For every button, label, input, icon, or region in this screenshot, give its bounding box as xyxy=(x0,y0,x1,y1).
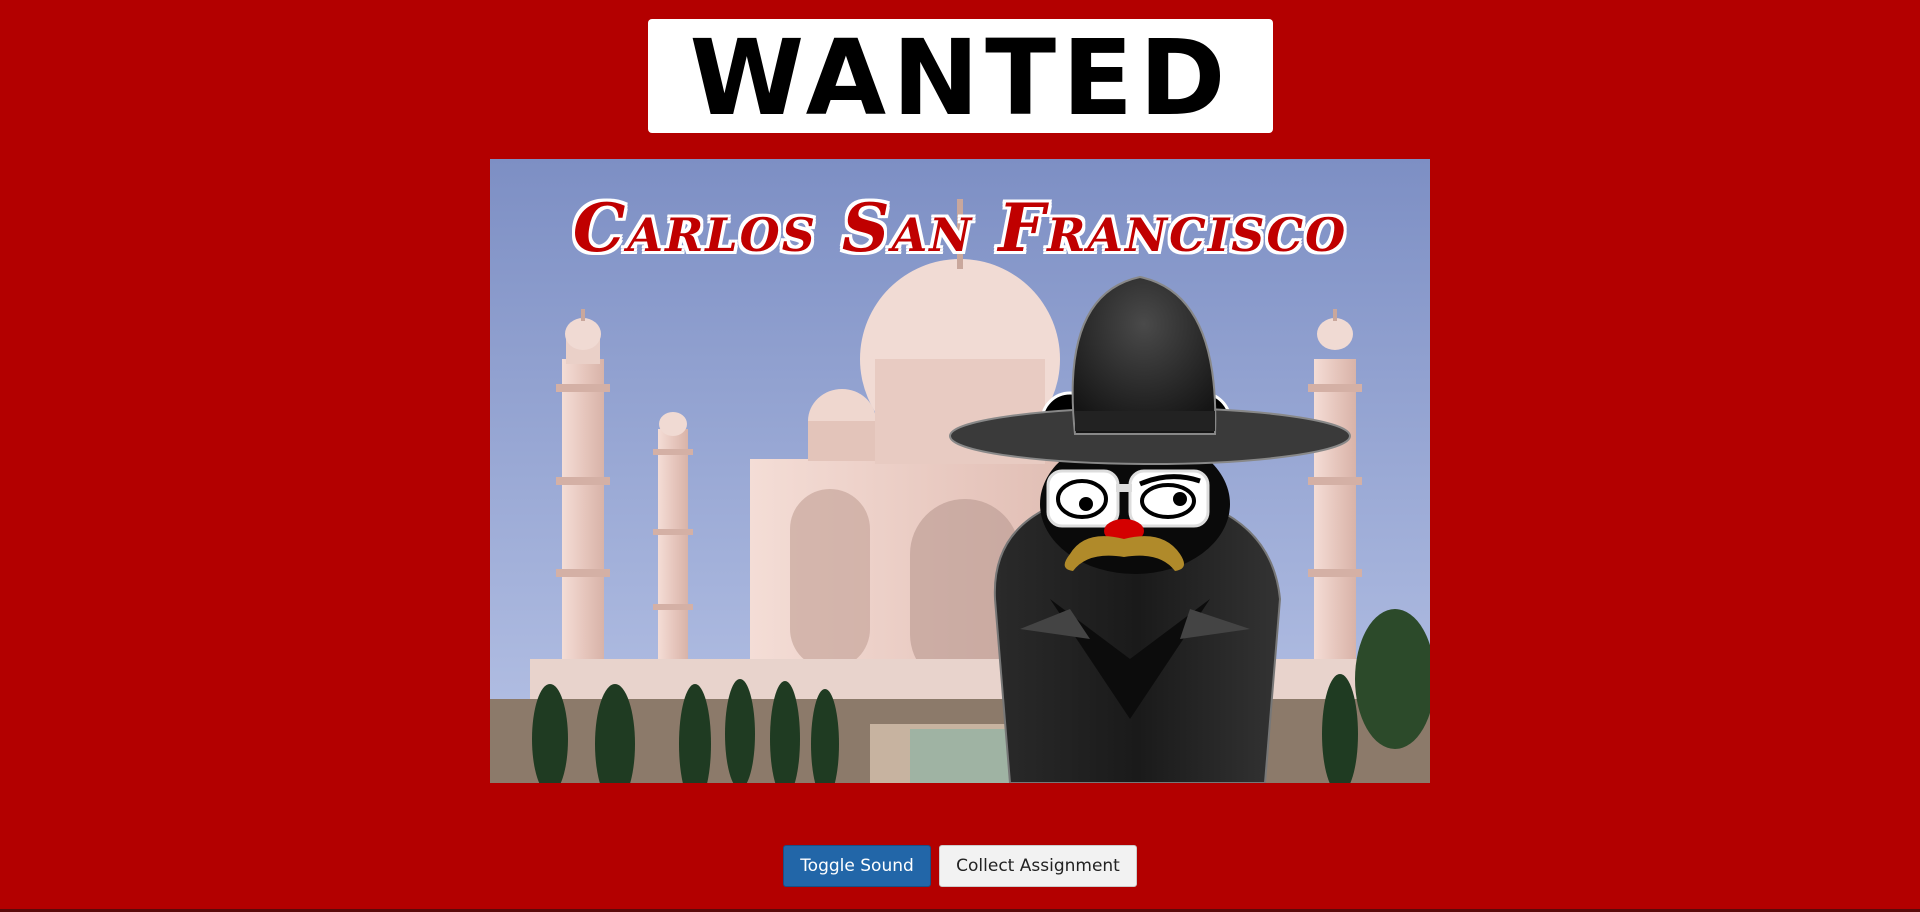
wanted-banner: WANTED xyxy=(648,19,1273,133)
minaret-left-inner xyxy=(653,412,693,694)
wanted-poster-scene: Carlos San Francisco xyxy=(490,159,1430,783)
toggle-sound-button[interactable]: Toggle Sound xyxy=(783,845,931,887)
action-buttons: Toggle Sound Collect Assignment xyxy=(0,845,1920,887)
minaret-right-outer xyxy=(1308,309,1362,689)
villain-name: Carlos San Francisco xyxy=(572,189,1348,267)
minaret-left-outer xyxy=(556,309,610,689)
wanted-title: WANTED xyxy=(689,17,1232,139)
collect-assignment-button[interactable]: Collect Assignment xyxy=(939,845,1137,887)
